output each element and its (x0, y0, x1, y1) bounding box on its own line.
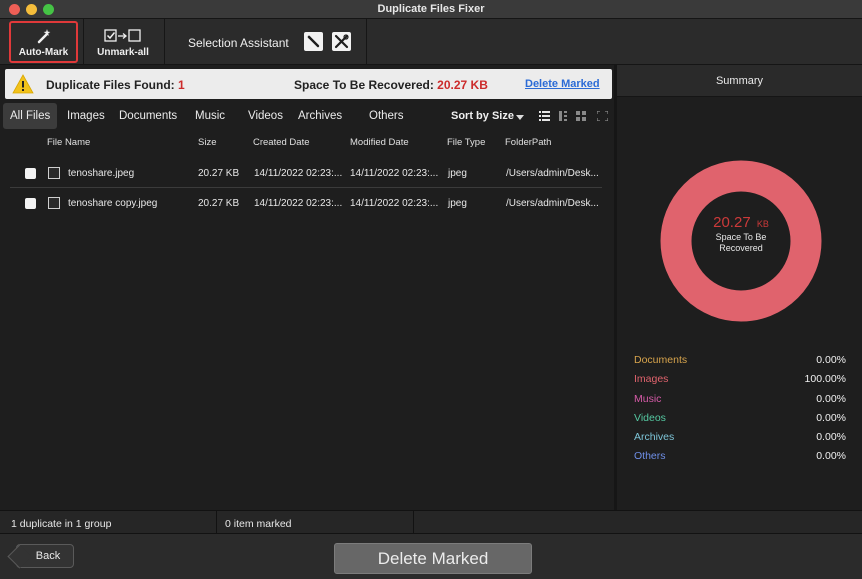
status-divider (413, 511, 414, 535)
legend-value: 0.00% (816, 412, 846, 424)
legend-label: Music (634, 393, 662, 405)
donut-caption: Space To Be (716, 232, 767, 242)
toolbar-divider (366, 19, 367, 65)
pane-divider[interactable] (614, 65, 617, 510)
detail-view-icon[interactable] (558, 111, 569, 121)
column-size[interactable]: Size (198, 137, 216, 148)
status-divider (216, 511, 217, 535)
table-row[interactable]: tenoshare.jpeg 20.27 KB 14/11/2022 02:23… (10, 160, 602, 188)
legend-value: 0.00% (816, 450, 846, 462)
legend-value: 0.00% (816, 354, 846, 366)
image-file-icon (48, 197, 60, 209)
legend-label: Archives (634, 431, 675, 443)
column-file-type[interactable]: File Type (447, 137, 485, 148)
file-path: /Users/admin/Desk... (506, 198, 599, 209)
window-title: Duplicate Files Fixer (377, 3, 485, 15)
delete-marked-button[interactable]: Delete Marked (334, 543, 532, 574)
column-file-name[interactable]: File Name (47, 137, 90, 148)
toolbar-divider (164, 19, 165, 65)
delete-marked-link[interactable]: Delete Marked (525, 78, 600, 90)
row-checkbox[interactable] (25, 168, 36, 179)
summary-header: Summary (617, 65, 862, 97)
image-file-icon (48, 167, 60, 179)
status-bar: 1 duplicate in 1 group 0 item marked (0, 510, 862, 535)
sort-by-dropdown[interactable]: Sort by Size (451, 110, 514, 122)
legend-images: Images 100.00% (634, 373, 846, 387)
toolbar: Auto-Mark Unmark-all Selection Assistant (0, 19, 862, 65)
marked-count: 0 item marked (225, 518, 292, 530)
legend-music: Music 0.00% (634, 393, 846, 407)
tab-documents[interactable]: Documents (119, 103, 177, 129)
legend-value: 100.00% (804, 373, 846, 385)
tab-others[interactable]: Others (369, 103, 404, 129)
legend-documents: Documents 0.00% (634, 354, 846, 368)
file-created: 14/11/2022 02:23:... (254, 168, 343, 179)
duplicate-group-count: 1 duplicate in 1 group (11, 518, 112, 530)
title-bar: Duplicate Files Fixer (0, 0, 862, 19)
file-created: 14/11/2022 02:23:... (254, 198, 343, 209)
back-button[interactable]: Back (16, 544, 74, 568)
space-to-recover: Space To Be Recovered: 20.27 KB (294, 78, 488, 92)
file-type: jpeg (448, 168, 467, 179)
duplicate-files-found: Duplicate Files Found: 1 (46, 78, 185, 92)
unmark-all-button[interactable]: Unmark-all (88, 21, 158, 63)
column-folder-path[interactable]: FolderPath (505, 137, 551, 148)
unmark-all-icon (103, 27, 143, 45)
donut-caption: Recovered (719, 243, 763, 253)
donut-value: 20.27 KB (713, 214, 769, 231)
tab-all-files[interactable]: All Files (3, 103, 58, 129)
back-label: Back (35, 550, 61, 562)
legend-label: Documents (634, 354, 688, 366)
legend-label: Videos (634, 412, 666, 424)
file-name: tenoshare copy.jpeg (68, 198, 158, 209)
selection-settings-icon[interactable] (332, 32, 351, 51)
tab-archives[interactable]: Archives (298, 103, 342, 129)
file-name: tenoshare.jpeg (68, 168, 135, 179)
grid-view-icon[interactable] (576, 111, 587, 121)
auto-mark-button[interactable]: Auto-Mark (9, 21, 78, 63)
selection-assistant-label: Selection Assistant (188, 36, 289, 50)
file-size: 20.27 KB (198, 198, 240, 209)
tab-videos[interactable]: Videos (248, 103, 283, 129)
legend-label: Others (634, 450, 666, 462)
file-modified: 14/11/2022 02:23:... (350, 168, 439, 179)
legend-others: Others 0.00% (634, 450, 846, 464)
column-created-date[interactable]: Created Date (253, 137, 310, 148)
space-label: Space To Be Recovered: (294, 78, 434, 92)
chevron-down-icon[interactable] (516, 115, 524, 120)
legend-videos: Videos 0.00% (634, 412, 846, 426)
space-donut-chart: 20.27 KB Space To Be Recovered (660, 160, 822, 322)
toolbar-divider (83, 19, 84, 65)
legend-value: 0.00% (816, 393, 846, 405)
fullscreen-icon[interactable] (597, 111, 608, 121)
legend-label: Images (634, 373, 669, 385)
bottom-bar: Back Delete Marked (0, 534, 862, 579)
auto-mark-label: Auto-Mark (18, 46, 69, 58)
duplicate-found-label: Duplicate Files Found: (46, 78, 175, 92)
selection-wand-icon[interactable] (304, 32, 323, 51)
legend-archives: Archives 0.00% (634, 431, 846, 445)
list-view-icon[interactable] (539, 111, 550, 121)
magic-wand-icon (35, 27, 53, 45)
file-size: 20.27 KB (198, 168, 240, 179)
file-type: jpeg (448, 198, 467, 209)
column-modified-date[interactable]: Modified Date (350, 137, 409, 148)
unmark-all-label: Unmark-all (97, 46, 149, 58)
legend-value: 0.00% (816, 431, 846, 443)
duplicate-found-count: 1 (178, 78, 185, 92)
table-row[interactable]: tenoshare copy.jpeg 20.27 KB 14/11/2022 … (10, 190, 602, 218)
row-checkbox[interactable] (25, 198, 36, 209)
space-value: 20.27 KB (437, 78, 488, 92)
duplicate-info-bar: Duplicate Files Found: 1 Space To Be Rec… (5, 69, 612, 99)
category-tabs: All Files Images Documents Music Videos … (0, 103, 614, 129)
warning-icon (12, 74, 34, 94)
tab-images[interactable]: Images (67, 103, 105, 129)
tab-music[interactable]: Music (195, 103, 225, 129)
file-path: /Users/admin/Desk... (506, 168, 599, 179)
file-modified: 14/11/2022 02:23:... (350, 198, 439, 209)
